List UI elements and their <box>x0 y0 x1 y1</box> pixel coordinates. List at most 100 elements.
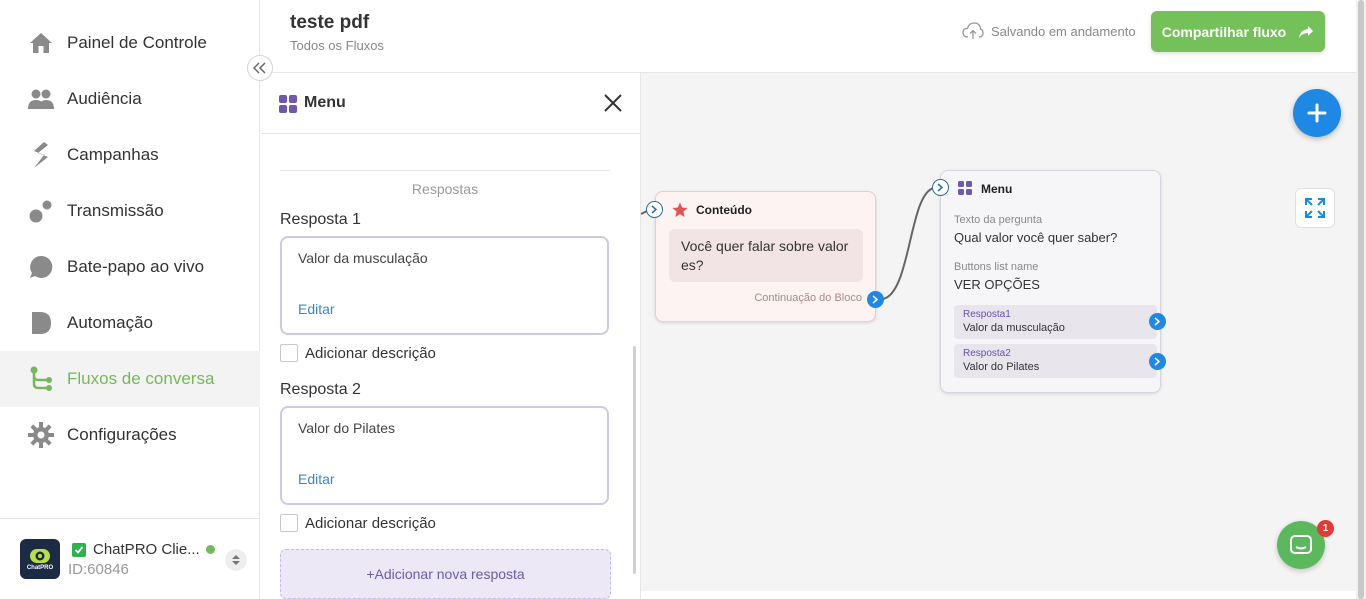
list-name-value: VER OPÇÕES <box>954 277 1040 292</box>
chat-notification-badge: 1 <box>1317 520 1334 537</box>
sidebar-item-label: Campanhas <box>67 145 159 164</box>
description-checkbox[interactable] <box>280 514 298 532</box>
page-scrollbar-thumb[interactable] <box>1358 0 1364 599</box>
add-response-button[interactable]: +Adicionar nova resposta <box>280 549 611 599</box>
description-checkbox[interactable] <box>280 344 298 362</box>
sidebar-item-label: Audiência <box>67 89 142 108</box>
sidebar-item-bate-papo[interactable]: Bate-papo ao vivo <box>0 239 260 295</box>
sidebar-item-painel[interactable]: Painel de Controle <box>0 15 260 71</box>
sidebar-item-campanhas[interactable]: Campanhas <box>0 127 260 183</box>
content-node[interactable]: Conteúdo Você quer falar sobre valor es?… <box>655 191 876 322</box>
sidebar-item-label: Fluxos de conversa <box>67 369 215 388</box>
panel-scrollbar[interactable] <box>633 346 636 574</box>
option-label: Resposta1 <box>963 309 1011 320</box>
option-1-output-port[interactable] <box>1149 313 1166 330</box>
sidebar-item-label: Configurações <box>67 425 177 444</box>
question-label: Texto da pergunta <box>954 214 1043 226</box>
sidebar-item-audiencia[interactable]: Audiência <box>0 71 260 127</box>
account-name: ChatPRO Clie... <box>93 541 200 558</box>
star-icon <box>672 202 688 217</box>
description-label: Adicionar descrição <box>305 344 436 362</box>
chat-bubble-icon <box>28 254 54 280</box>
chevron-right-icon <box>937 183 944 192</box>
fit-view-button[interactable] <box>1295 188 1335 228</box>
chat-icon <box>1290 535 1312 554</box>
menu-option-2[interactable]: Resposta2 Valor do Pilates <box>954 344 1157 378</box>
response-1-edit-link[interactable]: Editar <box>298 301 335 317</box>
sidebar-item-configuracoes[interactable]: Configurações <box>0 407 260 463</box>
account-switcher[interactable]: ChatPRO ChatPRO Clie... ID:60846 <box>0 518 260 599</box>
sidebar-item-label: Automação <box>67 313 153 332</box>
content-input-port[interactable] <box>646 201 663 218</box>
save-status-text: Salvando em andamento <box>991 23 1136 39</box>
breadcrumb[interactable]: Todos os Fluxos <box>290 38 384 53</box>
menu-node-title: Menu <box>981 182 1013 196</box>
response-2-description-toggle[interactable]: Adicionar descrição <box>280 514 436 532</box>
account-logo: ChatPRO <box>20 539 60 579</box>
content-node-title: Conteúdo <box>696 203 752 217</box>
page-scrollbar[interactable] <box>1356 0 1366 599</box>
description-label: Adicionar descrição <box>305 514 436 532</box>
sidebar: Painel de Controle Audiência Campanhas T… <box>0 0 260 599</box>
option-label: Resposta2 <box>963 348 1011 359</box>
double-chevron-left-icon <box>253 62 266 74</box>
panel-divider <box>280 170 610 171</box>
response-2-box[interactable]: Valor do Pilates Editar <box>280 406 609 505</box>
menu-option-1[interactable]: Resposta1 Valor da musculação <box>954 305 1157 339</box>
home-icon <box>28 30 54 56</box>
account-switch-icon[interactable] <box>225 549 247 571</box>
option-2-output-port[interactable] <box>1149 353 1166 370</box>
sidebar-item-label: Transmissão <box>67 201 164 220</box>
plus-icon <box>1307 103 1327 123</box>
menu-node[interactable]: Menu Texto da pergunta Qual valor você q… <box>940 170 1161 393</box>
share-flow-label: Compartilhar fluxo <box>1161 23 1287 40</box>
content-output-port[interactable] <box>867 291 884 308</box>
option-value: Valor da musculação <box>963 322 1065 334</box>
chevron-right-icon <box>651 205 658 214</box>
menu-input-port[interactable] <box>932 179 949 196</box>
chevron-right-icon <box>1154 357 1161 366</box>
collapse-sidebar-button[interactable] <box>247 55 273 81</box>
broadcast-icon <box>28 198 54 224</box>
list-name-label: Buttons list name <box>954 261 1039 273</box>
share-flow-button[interactable]: Compartilhar fluxo <box>1151 11 1325 52</box>
sidebar-item-fluxos[interactable]: Fluxos de conversa <box>0 351 260 407</box>
content-node-footer: Continuação do Bloco <box>754 292 862 304</box>
responses-section-label: Respostas <box>411 181 479 197</box>
campaign-icon <box>28 142 54 168</box>
response-2-label: Resposta 2 <box>280 381 361 398</box>
account-id: ID:60846 <box>68 561 129 578</box>
account-logo-text: ChatPRO <box>26 564 54 571</box>
flow-icon <box>28 366 54 392</box>
online-status-dot <box>205 545 215 554</box>
panel-header: Menu <box>261 73 640 134</box>
sidebar-item-label: Bate-papo ao vivo <box>67 257 205 276</box>
response-2-value: Valor do Pilates <box>298 420 396 436</box>
response-1-description-toggle[interactable]: Adicionar descrição <box>280 344 436 362</box>
response-1-box[interactable]: Valor da musculação Editar <box>280 236 609 335</box>
expand-icon <box>1305 198 1325 218</box>
add-node-button[interactable] <box>1293 89 1341 137</box>
gear-icon <box>28 422 54 448</box>
content-to-menu-connection <box>882 187 935 300</box>
whatsapp-check-icon <box>72 542 86 557</box>
cloud-upload-icon <box>962 22 984 39</box>
close-icon[interactable] <box>603 93 623 113</box>
menu-edit-panel: Menu Respostas Resposta 1 Valor da muscu… <box>261 73 641 599</box>
response-1-label: Resposta 1 <box>280 211 361 228</box>
flow-canvas[interactable]: Conteúdo Você quer falar sobre valor es?… <box>641 73 1356 591</box>
content-message: Você quer falar sobre valor es? <box>669 229 863 282</box>
panel-title: Menu <box>304 94 346 111</box>
sidebar-item-transmissao[interactable]: Transmissão <box>0 183 260 239</box>
users-icon <box>28 86 54 112</box>
grid-menu-icon <box>279 95 297 113</box>
header: teste pdf Todos os Fluxos Salvando em an… <box>260 0 1356 73</box>
sidebar-item-automacao[interactable]: Automação <box>0 295 260 351</box>
sidebar-item-label: Painel de Controle <box>67 33 207 52</box>
chevron-right-icon <box>1154 317 1161 326</box>
response-2-edit-link[interactable]: Editar <box>298 471 335 487</box>
share-arrow-icon <box>1299 25 1314 38</box>
page-title: teste pdf <box>290 12 370 33</box>
question-text: Qual valor você quer saber? <box>954 230 1118 245</box>
response-1-value: Valor da musculação <box>298 250 428 266</box>
